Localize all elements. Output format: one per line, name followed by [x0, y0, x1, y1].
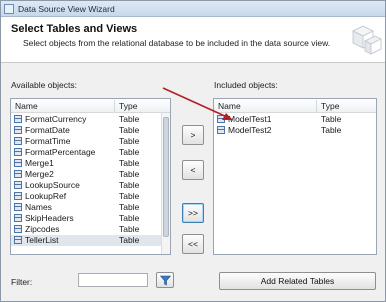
page-title: Select Tables and Views: [11, 23, 138, 35]
table-icon: [14, 225, 22, 233]
filter-label: Filter:: [11, 277, 33, 287]
object-type: Table: [119, 235, 140, 245]
object-type: Table: [119, 169, 140, 179]
available-name-header[interactable]: Name: [15, 101, 38, 111]
filter-input[interactable]: [78, 273, 148, 287]
object-name: TellerList: [25, 235, 59, 245]
list-item[interactable]: TellerList Table: [11, 235, 170, 246]
wizard-window: Data Source View Wizard Select Tables an…: [0, 0, 386, 302]
object-type: Table: [321, 125, 342, 135]
funnel-icon: [160, 275, 171, 286]
object-type: Table: [119, 136, 140, 146]
remove-all-button[interactable]: <<: [182, 234, 204, 254]
app-icon: [4, 4, 14, 14]
object-name: SkipHeaders: [25, 213, 74, 223]
table-icon: [14, 170, 22, 178]
object-type: Table: [119, 202, 140, 212]
object-type: Table: [119, 180, 140, 190]
object-name: ModelTest1: [228, 114, 272, 124]
available-objects-label: Available objects:: [11, 80, 77, 90]
column-divider[interactable]: [316, 100, 317, 112]
object-name: Zipcodes: [25, 224, 60, 234]
object-type: Table: [119, 114, 140, 124]
table-icon: [14, 214, 22, 222]
window-title: Data Source View Wizard: [18, 4, 115, 14]
object-name: LookupRef: [25, 191, 67, 201]
title-bar: Data Source View Wizard: [1, 1, 385, 17]
wizard-graphic-icon: [351, 25, 383, 55]
included-column-header: Name Type: [214, 99, 376, 113]
object-type: Table: [119, 224, 140, 234]
object-type: Table: [119, 147, 140, 157]
list-item[interactable]: Merge1 Table: [11, 158, 170, 169]
list-item[interactable]: SkipHeaders Table: [11, 213, 170, 224]
table-icon: [14, 236, 22, 244]
table-icon: [14, 126, 22, 134]
column-divider[interactable]: [114, 100, 115, 112]
available-objects-list[interactable]: Name Type FormatCurrency Table FormatDate T…: [10, 98, 171, 255]
list-item[interactable]: FormatCurrency Table: [11, 114, 170, 125]
table-icon: [14, 115, 22, 123]
table-icon: [14, 181, 22, 189]
object-type: Table: [321, 114, 342, 124]
table-icon: [14, 192, 22, 200]
list-item[interactable]: LookupRef Table: [11, 191, 170, 202]
add-all-button[interactable]: >>: [182, 203, 204, 223]
object-type: Table: [119, 125, 140, 135]
remove-selected-button[interactable]: <: [182, 160, 204, 180]
object-name: Names: [25, 202, 52, 212]
available-column-header: Name Type: [11, 99, 170, 113]
list-item[interactable]: FormatPercentage Table: [11, 147, 170, 158]
available-scrollbar[interactable]: [161, 113, 170, 254]
filter-button[interactable]: [156, 272, 174, 288]
object-name: ModelTest2: [228, 125, 272, 135]
available-type-header[interactable]: Type: [119, 101, 137, 111]
object-name: FormatCurrency: [25, 114, 87, 124]
object-name: FormatPercentage: [25, 147, 96, 157]
table-icon: [14, 159, 22, 167]
table-icon: [14, 137, 22, 145]
object-type: Table: [119, 213, 140, 223]
list-item[interactable]: Merge2 Table: [11, 169, 170, 180]
list-item[interactable]: LookupSource Table: [11, 180, 170, 191]
table-icon: [14, 203, 22, 211]
object-name: FormatDate: [25, 125, 70, 135]
list-item[interactable]: ModelTest2 Table: [214, 125, 376, 136]
table-icon: [14, 148, 22, 156]
list-item[interactable]: FormatTime Table: [11, 136, 170, 147]
wizard-header: Select Tables and Views Select objects f…: [1, 17, 385, 63]
list-item[interactable]: FormatDate Table: [11, 125, 170, 136]
object-name: LookupSource: [25, 180, 80, 190]
included-objects-label: Included objects:: [214, 80, 278, 90]
add-related-tables-button[interactable]: Add Related Tables: [219, 272, 376, 290]
object-type: Table: [119, 191, 140, 201]
table-icon: [217, 115, 225, 123]
add-selected-button[interactable]: >: [182, 125, 204, 145]
list-item[interactable]: ModelTest1 Table: [214, 114, 376, 125]
included-type-header[interactable]: Type: [321, 101, 339, 111]
table-icon: [217, 126, 225, 134]
included-objects-list[interactable]: Name Type ModelTest1 Table ModelTest2 Table: [213, 98, 377, 255]
object-name: Merge2: [25, 169, 54, 179]
page-subtitle: Select objects from the relational datab…: [23, 38, 331, 48]
object-name: FormatTime: [25, 136, 71, 146]
list-item[interactable]: Names Table: [11, 202, 170, 213]
list-item[interactable]: Zipcodes Table: [11, 224, 170, 235]
included-name-header[interactable]: Name: [218, 101, 241, 111]
scrollbar-thumb[interactable]: [163, 117, 169, 237]
object-name: Merge1: [25, 158, 54, 168]
object-type: Table: [119, 158, 140, 168]
